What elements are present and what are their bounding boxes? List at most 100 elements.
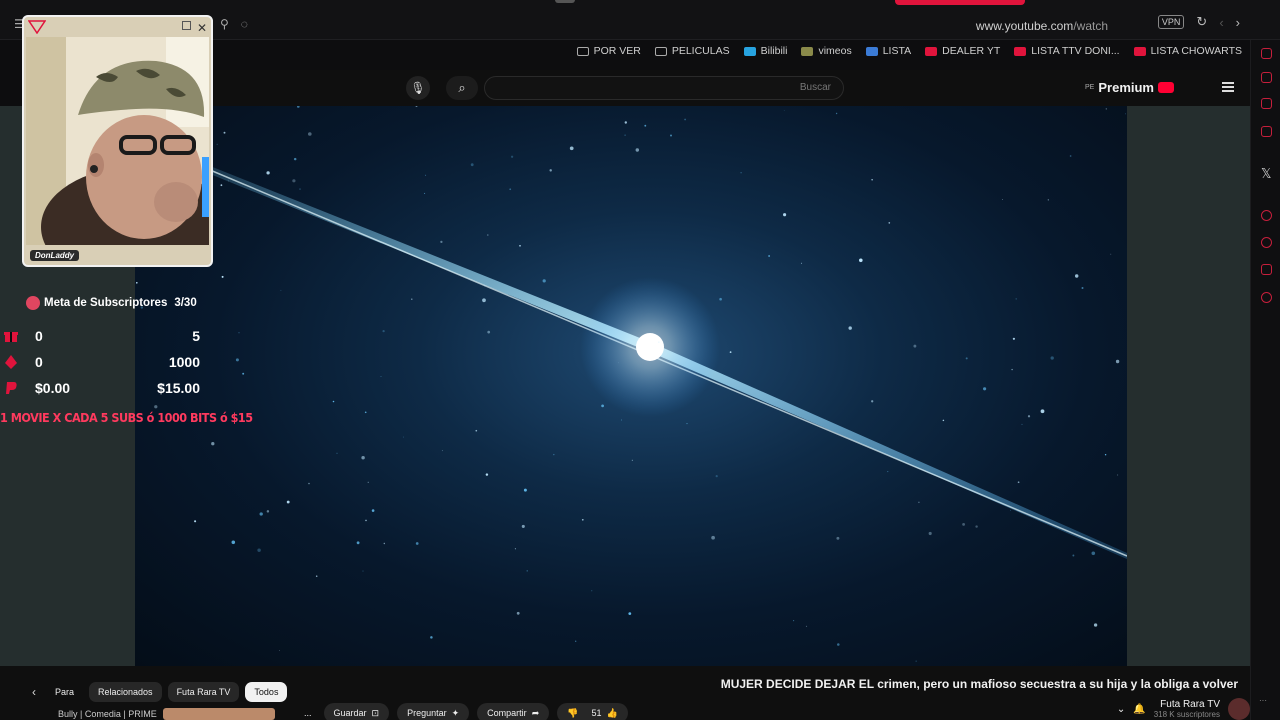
recommended-item[interactable]: Bully | Comedia | PRIME [58, 708, 275, 720]
star [740, 171, 742, 174]
search-button[interactable]: ⌕ [446, 76, 478, 100]
extension-icon[interactable] [1261, 72, 1272, 83]
chat-icon[interactable]: ◌ [241, 17, 248, 31]
clock-icon[interactable] [1261, 237, 1272, 248]
youtube-icon [1133, 46, 1146, 56]
more-icon[interactable]: ··· [1259, 696, 1267, 705]
star [364, 411, 367, 414]
x-social-icon[interactable]: 𝕏 [1261, 166, 1271, 182]
star [487, 330, 491, 334]
star [424, 192, 426, 194]
star [835, 112, 838, 115]
star [1093, 623, 1098, 627]
settings-icon[interactable] [1261, 292, 1272, 303]
search-input[interactable]: Buscar [484, 76, 844, 100]
star [519, 245, 521, 247]
bookmark-vimeos[interactable]: vimeos [801, 45, 852, 57]
share-button[interactable]: Compartir ➦ [477, 703, 550, 720]
video-actions: ... Guardar ⊡ Preguntar ✦ Compartir ➦ 👎 51 👍 [300, 703, 628, 720]
youtube-icon [925, 46, 938, 56]
ask-label: Preguntar [407, 708, 447, 718]
star [871, 179, 873, 181]
star [308, 132, 312, 136]
forward-icon[interactable]: ‹ [1219, 15, 1223, 30]
star [1105, 108, 1107, 110]
logo-text: Premium [1098, 80, 1154, 95]
chip-todos[interactable]: Todos [245, 682, 288, 702]
star [965, 357, 968, 360]
vpn-badge[interactable]: VPN [1157, 15, 1185, 29]
star [136, 282, 138, 284]
bell-icon[interactable]: 🔔 [1133, 704, 1145, 715]
chevron-left-icon[interactable]: ‹ [28, 682, 40, 702]
pin-icon[interactable]: ⚲ [220, 17, 229, 31]
bookmark-lista-ttv[interactable]: LISTA TTV DONI... [1014, 45, 1120, 57]
star [415, 542, 419, 545]
more-actions-button[interactable]: ... [300, 703, 316, 720]
bookmark-lista-chowarts[interactable]: LISTA CHOWARTS [1133, 45, 1242, 57]
chip-para[interactable]: Para [46, 682, 83, 702]
video-player[interactable] [135, 106, 1127, 666]
blue-circle-icon [865, 46, 878, 56]
tab-indicator[interactable] [555, 0, 575, 3]
star [299, 188, 301, 190]
star [711, 535, 715, 540]
star [403, 436, 405, 438]
search-placeholder: Buscar [799, 82, 831, 93]
close-icon[interactable]: ✕ [197, 21, 207, 35]
star [293, 157, 297, 161]
browser-sidebar: 𝕏 ··· [1250, 40, 1280, 720]
active-tab-indicator[interactable] [895, 0, 1025, 5]
cube-icon[interactable] [1261, 264, 1272, 275]
channel-avatar[interactable] [1228, 698, 1250, 720]
star [297, 106, 300, 108]
webcam-overlay: ✕ DonLaddy [22, 15, 213, 267]
record-icon[interactable] [1261, 210, 1272, 221]
popout-icon[interactable] [182, 21, 191, 30]
star [1017, 481, 1020, 484]
music-icon[interactable] [1261, 126, 1272, 137]
star [624, 121, 627, 124]
wallet-icon[interactable] [1261, 98, 1272, 109]
history-icon[interactable] [1261, 48, 1272, 59]
channel-info: ⌄ 🔔 Futa Rara TV 318 K suscriptores [1117, 698, 1250, 720]
star [1074, 274, 1079, 278]
youtube-header: 🎙 ⌕ Buscar PE Premium [214, 70, 1250, 106]
star [729, 351, 732, 353]
star [425, 174, 427, 176]
share-icon: ➦ [531, 707, 540, 718]
star [575, 640, 577, 642]
bookmark-peliculas[interactable]: PELICULAS [654, 45, 730, 57]
bookmark-dealer-yt[interactable]: DEALER YT [925, 45, 1000, 57]
star [194, 520, 197, 523]
ask-button[interactable]: Preguntar ✦ [397, 703, 470, 720]
address-bar[interactable]: www.youtube.com/watch [976, 19, 1108, 33]
like-count: 51 [591, 708, 602, 718]
star [308, 482, 310, 485]
star [805, 625, 808, 628]
reload-icon[interactable]: ↻ [1196, 14, 1207, 30]
star [684, 118, 686, 121]
goal-current: 0 [35, 328, 43, 344]
star [154, 405, 158, 409]
bookmark-lista[interactable]: LISTA [865, 45, 911, 57]
chevron-down-icon[interactable]: ⌄ [1117, 704, 1125, 715]
url-path: /watch [1073, 19, 1108, 33]
chip-channel[interactable]: Futa Rara TV [167, 682, 240, 702]
youtube-icon [1014, 46, 1027, 56]
star [510, 155, 514, 158]
star [800, 262, 803, 264]
star [1110, 253, 1112, 255]
menu-icon[interactable] [1222, 82, 1234, 92]
back-icon[interactable]: › [1236, 15, 1240, 30]
voice-search-button[interactable]: 🎙 [406, 76, 430, 100]
save-button[interactable]: Guardar ⊡ [323, 703, 390, 720]
bookmark-por-ver[interactable]: POR VER [576, 45, 641, 57]
channel-name[interactable]: Futa Rara TV [1160, 699, 1220, 710]
more-label: ... [304, 708, 312, 718]
star [768, 255, 770, 257]
like-dislike-button[interactable]: 👎 51 👍 [557, 703, 628, 720]
youtube-premium-logo[interactable]: PE Premium [1085, 80, 1174, 95]
bookmark-bilibili[interactable]: Bilibili [743, 45, 787, 57]
chip-relacionados[interactable]: Relacionados [89, 682, 162, 702]
